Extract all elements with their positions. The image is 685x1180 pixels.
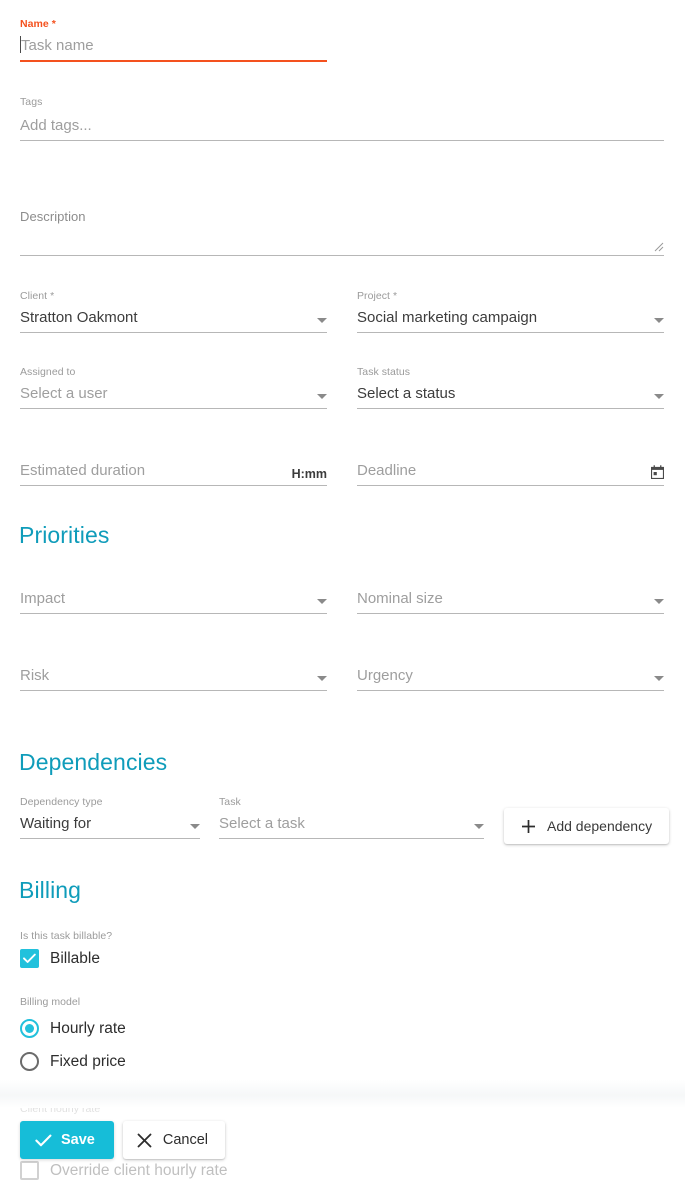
chevron-down-icon[interactable] bbox=[654, 318, 664, 323]
description-textarea[interactable] bbox=[20, 225, 664, 255]
field-urgency[interactable]: Urgency bbox=[357, 662, 664, 691]
field-name[interactable]: Name * Task name bbox=[20, 18, 327, 62]
billing-model-label: Billing model bbox=[20, 996, 81, 1008]
risk-underline bbox=[20, 690, 327, 691]
dependency-type-label: Dependency type bbox=[20, 796, 103, 808]
priorities-section-title: Priorities bbox=[19, 522, 110, 548]
radio-fixed-price-label: Fixed price bbox=[50, 1052, 126, 1070]
save-button-label: Save bbox=[61, 1132, 95, 1148]
radio-ring[interactable] bbox=[20, 1019, 39, 1038]
description-label: Description bbox=[20, 209, 86, 224]
field-dependency-task[interactable]: Task Select a task bbox=[219, 796, 484, 839]
field-risk[interactable]: Risk bbox=[20, 662, 327, 691]
radio-hourly-rate[interactable]: Hourly rate bbox=[20, 1019, 126, 1038]
task-status-underline bbox=[357, 408, 664, 409]
override-client-hourly-rate-checkbox[interactable]: Override client hourly rate bbox=[20, 1161, 227, 1180]
field-client[interactable]: Client * Stratton Oakmont bbox=[20, 290, 327, 333]
plus-icon bbox=[522, 819, 535, 833]
duration-format-suffix: H:mm bbox=[291, 467, 327, 481]
name-input[interactable]: Task name bbox=[20, 35, 94, 57]
field-estimated-duration[interactable]: Estimated duration H:mm bbox=[20, 456, 327, 486]
task-status-label: Task status bbox=[357, 366, 411, 378]
assigned-to-value[interactable]: Select a user bbox=[20, 383, 108, 405]
nominal-size-value[interactable]: Nominal size bbox=[357, 588, 443, 610]
name-label: Name * bbox=[20, 18, 56, 30]
dependency-task-value[interactable]: Select a task bbox=[219, 813, 305, 835]
check-icon bbox=[35, 1134, 52, 1146]
checkbox-box[interactable] bbox=[20, 949, 39, 968]
add-dependency-label: Add dependency bbox=[547, 818, 653, 834]
deadline-input[interactable]: Deadline bbox=[357, 460, 416, 482]
client-value[interactable]: Stratton Oakmont bbox=[20, 307, 138, 329]
assigned-to-label: Assigned to bbox=[20, 366, 76, 378]
chevron-down-icon[interactable] bbox=[654, 676, 664, 681]
dependency-task-label: Task bbox=[219, 796, 241, 808]
dependency-task-underline bbox=[219, 838, 484, 839]
task-status-value[interactable]: Select a status bbox=[357, 383, 455, 405]
billable-question-label: Is this task billable? bbox=[20, 930, 113, 942]
impact-value[interactable]: Impact bbox=[20, 588, 65, 610]
assigned-to-underline bbox=[20, 408, 327, 409]
billable-checkbox[interactable]: Billable bbox=[20, 949, 100, 968]
field-description[interactable]: Description bbox=[20, 208, 664, 256]
billing-section-title: Billing bbox=[19, 877, 82, 903]
field-project[interactable]: Project * Social marketing campaign bbox=[357, 290, 664, 333]
chevron-down-icon[interactable] bbox=[654, 394, 664, 399]
radio-fixed-price[interactable]: Fixed price bbox=[20, 1052, 126, 1071]
urgency-underline bbox=[357, 690, 664, 691]
chevron-down-icon[interactable] bbox=[317, 676, 327, 681]
task-form: Name * Task name Tags Add tags... Descri… bbox=[0, 0, 685, 1180]
project-underline bbox=[357, 332, 664, 333]
billable-checkbox-label: Billable bbox=[50, 949, 100, 967]
chevron-down-icon[interactable] bbox=[474, 824, 484, 829]
client-label: Client * bbox=[20, 290, 55, 302]
close-icon bbox=[137, 1133, 152, 1147]
save-button[interactable]: Save bbox=[20, 1121, 114, 1159]
cancel-button[interactable]: Cancel bbox=[122, 1121, 226, 1159]
risk-value[interactable]: Risk bbox=[20, 665, 49, 687]
description-underline bbox=[20, 255, 664, 256]
dependency-type-underline bbox=[20, 838, 200, 839]
estimated-duration-underline bbox=[20, 485, 327, 486]
tags-label: Tags bbox=[20, 96, 43, 108]
impact-underline bbox=[20, 613, 327, 614]
check-icon bbox=[23, 953, 36, 963]
resize-handle-icon[interactable] bbox=[652, 240, 664, 252]
radio-hourly-rate-label: Hourly rate bbox=[50, 1019, 126, 1037]
client-underline bbox=[20, 332, 327, 333]
chevron-down-icon[interactable] bbox=[317, 318, 327, 323]
chevron-down-icon[interactable] bbox=[654, 599, 664, 604]
field-task-status[interactable]: Task status Select a status bbox=[357, 366, 664, 409]
cancel-button-label: Cancel bbox=[162, 1132, 209, 1148]
add-dependency-button[interactable]: Add dependency bbox=[504, 808, 670, 844]
tags-input[interactable]: Add tags... bbox=[20, 115, 92, 137]
project-label: Project * bbox=[357, 290, 398, 302]
urgency-value[interactable]: Urgency bbox=[357, 665, 413, 687]
nominal-size-underline bbox=[357, 613, 664, 614]
name-underline bbox=[20, 60, 327, 62]
action-bar: Save Cancel bbox=[20, 1121, 226, 1159]
field-assigned-to[interactable]: Assigned to Select a user bbox=[20, 366, 327, 409]
field-dependency-type[interactable]: Dependency type Waiting for bbox=[20, 796, 200, 839]
chevron-down-icon[interactable] bbox=[317, 599, 327, 604]
field-impact[interactable]: Impact bbox=[20, 585, 327, 614]
estimated-duration-input[interactable]: Estimated duration bbox=[20, 460, 145, 482]
radio-dot bbox=[25, 1024, 34, 1033]
calendar-icon[interactable] bbox=[651, 465, 664, 479]
field-deadline[interactable]: Deadline bbox=[357, 456, 664, 486]
checkbox-box[interactable] bbox=[20, 1161, 39, 1180]
bottom-fade-overlay bbox=[0, 1080, 685, 1108]
field-tags[interactable]: Tags Add tags... bbox=[20, 96, 664, 141]
dependencies-section-title: Dependencies bbox=[19, 749, 168, 775]
radio-ring[interactable] bbox=[20, 1052, 39, 1071]
client-hourly-rate-label: Client hourly rate bbox=[20, 1103, 101, 1115]
tags-underline bbox=[20, 140, 664, 141]
dependency-type-value[interactable]: Waiting for bbox=[20, 813, 91, 835]
field-nominal-size[interactable]: Nominal size bbox=[357, 585, 664, 614]
deadline-underline bbox=[357, 485, 664, 486]
chevron-down-icon[interactable] bbox=[317, 394, 327, 399]
override-client-hourly-rate-label: Override client hourly rate bbox=[50, 1161, 228, 1179]
project-value[interactable]: Social marketing campaign bbox=[357, 307, 537, 329]
chevron-down-icon[interactable] bbox=[190, 824, 200, 829]
